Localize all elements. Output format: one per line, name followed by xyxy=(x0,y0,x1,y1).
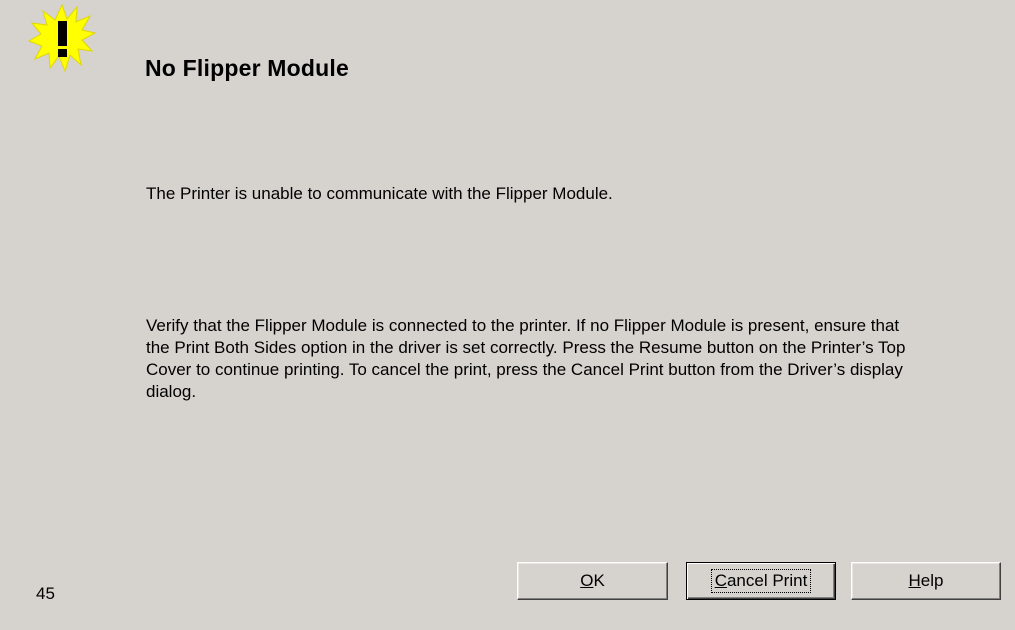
error-dialog: No Flipper Module The Printer is unable … xyxy=(0,0,1015,630)
warning-exclamation-icon xyxy=(27,3,97,73)
help-button[interactable]: Help xyxy=(851,562,1001,600)
dialog-title: No Flipper Module xyxy=(145,55,349,81)
error-message: The Printer is unable to communicate wit… xyxy=(146,184,613,203)
cancel-print-button-label: Cancel Print xyxy=(710,569,812,593)
cancel-print-button[interactable]: Cancel Print xyxy=(686,562,836,600)
error-details: Verify that the Flipper Module is connec… xyxy=(146,316,906,401)
error-code: 45 xyxy=(36,584,55,603)
ok-button[interactable]: OK xyxy=(517,562,668,600)
ok-button-label: OK xyxy=(580,571,605,590)
help-button-label: Help xyxy=(908,571,944,590)
